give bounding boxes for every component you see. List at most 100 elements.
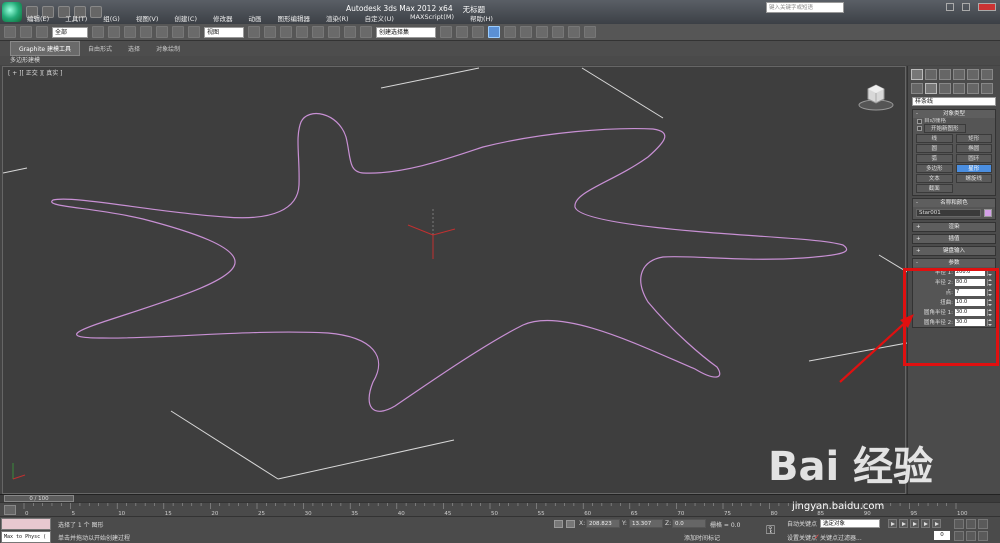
cameras-icon[interactable] — [953, 83, 965, 94]
menu-group[interactable]: 组(G) — [96, 13, 127, 23]
layer-manager-icon[interactable] — [472, 26, 484, 38]
rectangle-button[interactable]: 矩形 — [955, 134, 992, 143]
modify-tab-icon[interactable] — [925, 69, 937, 80]
menu-help[interactable]: 帮助(H) — [463, 13, 500, 23]
key-filters-button[interactable]: 关键点过滤器... — [820, 533, 862, 542]
star-button[interactable]: 星形 — [955, 164, 992, 173]
link-icon[interactable] — [4, 26, 16, 38]
menu-graph-editors[interactable]: 图形编辑器 — [271, 13, 318, 23]
parameters-header[interactable]: 参数 — [913, 259, 995, 267]
app-menu-icon[interactable] — [2, 2, 22, 22]
bind-space-warp-icon[interactable] — [36, 26, 48, 38]
percent-snap-icon[interactable] — [328, 26, 340, 38]
points-spinner[interactable] — [987, 288, 992, 296]
motion-tab-icon[interactable] — [953, 69, 965, 80]
zoom-extents-icon[interactable] — [978, 519, 988, 529]
object-color-swatch[interactable] — [984, 209, 992, 217]
maxscript-listener-input[interactable] — [1, 518, 51, 530]
pivot-icon[interactable] — [248, 26, 260, 38]
keyboard-shortcut-icon[interactable] — [280, 26, 292, 38]
section-button[interactable]: 截面 — [916, 184, 953, 193]
minimize-button[interactable] — [946, 3, 954, 11]
viewport-label[interactable]: [ + ][ 正交 ][ 真实 ] — [8, 68, 63, 77]
angle-snap-icon[interactable] — [312, 26, 324, 38]
distortion-spinner[interactable] — [987, 298, 992, 306]
object-type-header[interactable]: 对象类型 — [913, 110, 995, 118]
menu-create[interactable]: 创建(C) — [167, 13, 204, 23]
object-name-field[interactable]: Star001 — [916, 209, 981, 217]
shapes-icon[interactable] — [925, 83, 937, 94]
menu-rendering[interactable]: 渲染(R) — [319, 13, 356, 23]
field-of-view-icon[interactable] — [954, 531, 964, 541]
x-coordinate-field[interactable]: 208.823 — [586, 519, 620, 528]
previous-frame-button[interactable] — [899, 519, 908, 528]
ribbon-tab-object-paint[interactable]: 对象绘制 — [148, 42, 188, 55]
viewcube-icon[interactable] — [858, 81, 894, 111]
zoom-icon[interactable] — [954, 519, 964, 529]
radius1-spinner[interactable] — [987, 268, 992, 276]
named-selection-dropdown[interactable]: 创建选择集 — [376, 26, 436, 38]
display-tab-icon[interactable] — [967, 69, 979, 80]
menu-tools[interactable]: 工具(T) — [58, 13, 94, 23]
fillet-radius2-spinner[interactable] — [987, 318, 992, 326]
line-button[interactable]: 线 — [916, 134, 953, 143]
fillet-radius2-field[interactable]: 30.0 — [955, 318, 985, 326]
next-frame-button[interactable] — [921, 519, 930, 528]
add-time-tag[interactable]: 添加时间标记 — [684, 533, 720, 542]
move-icon[interactable] — [156, 26, 168, 38]
create-tab-icon[interactable] — [911, 69, 923, 80]
zoom-all-icon[interactable] — [966, 519, 976, 529]
spinner-snap-icon[interactable] — [344, 26, 356, 38]
ngon-button[interactable]: 多边形 — [916, 164, 953, 173]
select-manipulate-icon[interactable] — [264, 26, 276, 38]
mirror-icon[interactable] — [440, 26, 452, 38]
rendering-header[interactable]: 渲染 — [913, 223, 995, 231]
helpers-icon[interactable] — [967, 83, 979, 94]
y-coordinate-field[interactable]: 13.307 — [629, 519, 663, 528]
unlink-icon[interactable] — [20, 26, 32, 38]
reference-coordinate-dropdown[interactable]: 视图 — [204, 26, 244, 38]
helix-button[interactable]: 螺旋线 — [955, 174, 992, 183]
interpolation-header[interactable]: 插值 — [913, 235, 995, 243]
graphite-toggle-icon[interactable] — [488, 26, 500, 38]
curve-editor-icon[interactable] — [504, 26, 516, 38]
key-icon[interactable]: ⚿ — [766, 523, 775, 538]
rotate-icon[interactable] — [172, 26, 184, 38]
geometry-icon[interactable] — [911, 83, 923, 94]
select-object-icon[interactable] — [92, 26, 104, 38]
fillet-radius1-spinner[interactable] — [987, 308, 992, 316]
ribbon-tab-freeform[interactable]: 自由形式 — [80, 42, 120, 55]
menu-animation[interactable]: 动画 — [242, 13, 269, 23]
utilities-tab-icon[interactable] — [981, 69, 993, 80]
selection-filter-dropdown[interactable]: 全部 — [52, 26, 88, 38]
maxscript-output[interactable]: Max to Physc ( — [1, 531, 51, 543]
keyboard-entry-header[interactable]: 键盘输入 — [913, 247, 995, 255]
go-to-start-button[interactable] — [888, 519, 897, 528]
help-search-input[interactable]: 键入关键字或短语 — [766, 2, 844, 13]
start-new-shape-button[interactable]: 开始新图形 — [924, 124, 966, 133]
select-by-name-icon[interactable] — [108, 26, 120, 38]
time-slider-thumb[interactable]: 0 / 100 — [4, 495, 74, 502]
go-to-end-button[interactable] — [932, 519, 941, 528]
material-editor-icon[interactable] — [536, 26, 548, 38]
close-button[interactable] — [978, 3, 996, 11]
render-production-icon[interactable] — [584, 26, 596, 38]
set-key-button[interactable]: 设置关键点 — [787, 533, 817, 542]
name-color-header[interactable]: 名称和颜色 — [913, 199, 995, 207]
radius2-field[interactable]: 80.0 — [955, 278, 985, 286]
points-field[interactable]: 7 — [955, 288, 985, 296]
align-icon[interactable] — [456, 26, 468, 38]
star-shape[interactable] — [51, 113, 848, 412]
current-frame-field[interactable]: 0 — [934, 531, 950, 540]
maximize-button[interactable] — [962, 3, 970, 11]
ribbon-sub-label[interactable]: 多边形建模 — [0, 56, 1000, 65]
scale-icon[interactable] — [188, 26, 200, 38]
autogrid-checkbox[interactable] — [917, 119, 922, 124]
menu-customize[interactable]: 自定义(U) — [358, 13, 401, 23]
text-button[interactable]: 文本 — [916, 174, 953, 183]
hierarchy-tab-icon[interactable] — [939, 69, 951, 80]
rendered-frame-icon[interactable] — [568, 26, 580, 38]
window-crossing-icon[interactable] — [140, 26, 152, 38]
radius2-spinner[interactable] — [987, 278, 992, 286]
menu-modifiers[interactable]: 修改器 — [206, 13, 240, 23]
